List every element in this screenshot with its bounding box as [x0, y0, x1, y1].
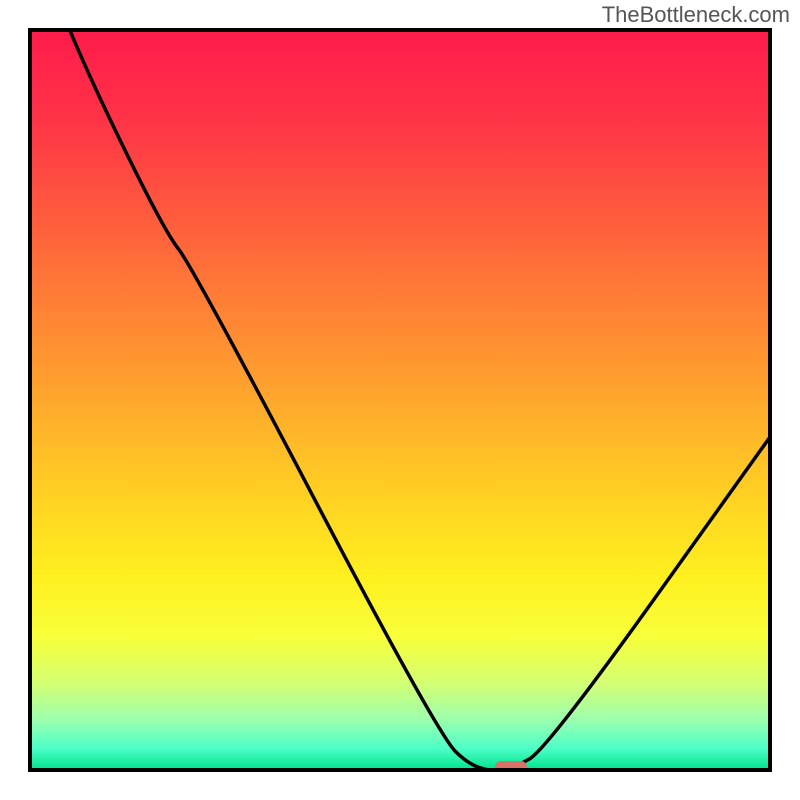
bottleneck-chart: [0, 0, 800, 800]
chart-container: TheBottleneck.com: [0, 0, 800, 800]
watermark-text: TheBottleneck.com: [602, 2, 790, 28]
